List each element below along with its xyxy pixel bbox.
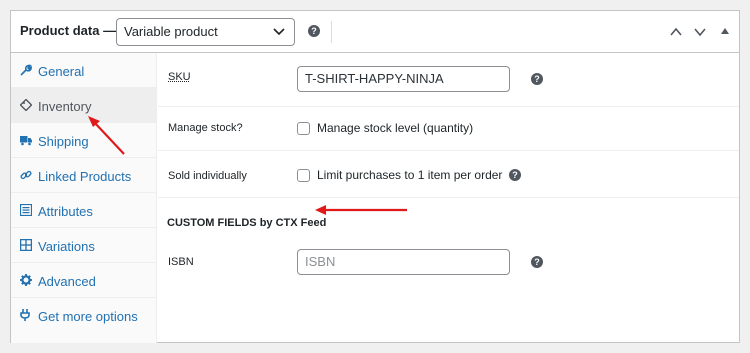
sold-individually-checkbox-label[interactable]: Limit purchases to 1 item per order xyxy=(317,168,502,182)
annotation-arrow xyxy=(88,116,125,155)
tab-variations[interactable]: Variations xyxy=(11,228,157,263)
wrench-icon xyxy=(20,64,32,76)
chevron-up-icon[interactable] xyxy=(669,25,683,39)
product-type-value: Variable product xyxy=(124,24,218,39)
sku-label: SKU xyxy=(168,71,191,83)
tab-label: Get more options xyxy=(38,309,138,324)
tab-general[interactable]: General xyxy=(11,53,157,88)
sold-individually-checkbox[interactable] xyxy=(297,169,310,182)
manage-stock-checkbox[interactable] xyxy=(297,122,310,135)
help-icon[interactable]: ? xyxy=(509,169,521,181)
truck-icon xyxy=(20,136,32,146)
sku-row: SKU T-SHIRT-HAPPY-NINJA ? xyxy=(158,53,739,107)
section-title: CUSTOM FIELDS by CTX Feed xyxy=(167,217,327,229)
manage-stock-row: Manage stock? Manage stock level (quanti… xyxy=(158,107,739,151)
custom-fields-section: CUSTOM FIELDS by CTX Feed xyxy=(158,198,739,248)
chevron-down-icon[interactable] xyxy=(693,25,707,39)
help-icon[interactable]: ? xyxy=(308,25,320,37)
sold-individually-row: Sold individually Limit purchases to 1 i… xyxy=(158,151,739,198)
isbn-row: ISBN ISBN ? xyxy=(158,248,739,298)
product-data-tabs: General Inventory Shipping Linked Produc… xyxy=(11,53,157,343)
grid-icon xyxy=(20,239,32,251)
isbn-label: ISBN xyxy=(168,256,194,268)
chevron-down-icon xyxy=(273,28,285,36)
sold-individually-label: Sold individually xyxy=(168,170,247,182)
panel-header: Product data — Variable product ? xyxy=(11,11,739,53)
tab-linked-products[interactable]: Linked Products xyxy=(11,158,157,193)
collapse-toggle-icon[interactable] xyxy=(721,28,729,34)
product-data-panel: Product data — Variable product ? Genera… xyxy=(10,10,740,343)
plugin-icon xyxy=(20,309,30,321)
annotation-arrow xyxy=(315,205,407,215)
help-icon[interactable]: ? xyxy=(531,73,543,85)
tab-label: Shipping xyxy=(38,134,89,149)
list-icon xyxy=(20,204,32,216)
panel-title: Product data — xyxy=(20,23,117,38)
help-icon[interactable]: ? xyxy=(531,256,543,268)
link-icon xyxy=(20,170,32,180)
tab-label: Advanced xyxy=(38,274,96,289)
tab-get-more-options[interactable]: Get more options xyxy=(11,298,157,333)
gear-icon xyxy=(20,274,32,286)
sku-input[interactable]: T-SHIRT-HAPPY-NINJA xyxy=(297,66,510,92)
inventory-panel: SKU T-SHIRT-HAPPY-NINJA ? Manage stock? … xyxy=(158,53,739,343)
tab-label: Attributes xyxy=(38,204,93,219)
tab-label: Linked Products xyxy=(38,169,132,184)
tag-icon xyxy=(20,99,32,111)
product-type-select[interactable]: Variable product xyxy=(116,18,295,46)
header-divider xyxy=(331,21,332,43)
tab-label: Variations xyxy=(38,239,95,254)
tab-advanced[interactable]: Advanced xyxy=(11,263,157,298)
manage-stock-label: Manage stock? xyxy=(168,122,243,134)
tab-attributes[interactable]: Attributes xyxy=(11,193,157,228)
tab-label: General xyxy=(38,64,85,79)
manage-stock-checkbox-label[interactable]: Manage stock level (quantity) xyxy=(317,121,473,135)
isbn-input[interactable]: ISBN xyxy=(297,249,510,275)
